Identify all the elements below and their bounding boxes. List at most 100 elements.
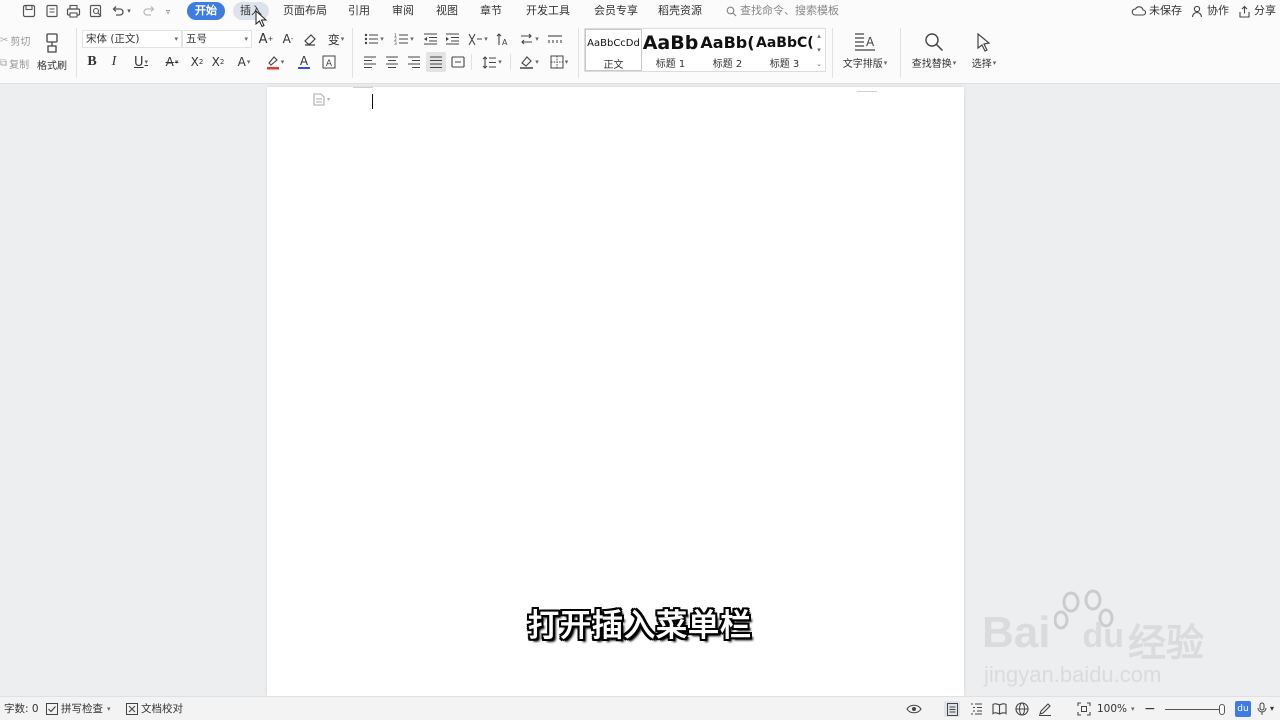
web-view-icon[interactable] xyxy=(1014,701,1030,717)
copy-button[interactable]: ⧉ 复制 xyxy=(0,56,29,71)
collaborate-button[interactable]: 协作 xyxy=(1191,2,1229,20)
tab-member[interactable]: 会员专享 xyxy=(590,2,642,20)
save-icon[interactable] xyxy=(21,3,37,19)
undo-icon[interactable] xyxy=(110,3,126,19)
chevron-down-icon[interactable]: ▾ xyxy=(817,46,821,54)
unsaved-button[interactable]: 未保存 xyxy=(1131,2,1182,20)
line-spacing-icon[interactable]: ▾ xyxy=(478,53,506,71)
borders-icon[interactable]: ▾ xyxy=(546,53,572,71)
superscript-icon[interactable]: X2 xyxy=(188,53,206,71)
decrease-indent-icon[interactable] xyxy=(421,30,439,48)
page-view-icon[interactable] xyxy=(944,701,960,717)
zoom-slider-track[interactable] xyxy=(1165,709,1223,710)
eye-protection-icon[interactable] xyxy=(906,701,922,717)
baidu-watermark: Bai du 经验 jingyan.baidu.com xyxy=(982,588,1222,688)
chevron-down-icon: ▾ xyxy=(992,58,997,67)
command-search[interactable]: 查找命令、搜索模板 xyxy=(726,2,839,20)
write-mode-icon[interactable] xyxy=(1037,701,1053,717)
more-icon[interactable]: ▾ xyxy=(1270,701,1274,717)
tab-home[interactable]: 开始 xyxy=(187,2,225,20)
tab-references[interactable]: 引用 xyxy=(344,2,374,20)
tab-docer-resources[interactable]: 稻壳资源 xyxy=(654,2,706,20)
style-preview: AaBb( xyxy=(700,33,755,52)
show-marks-icon[interactable] xyxy=(546,30,564,48)
print-preview-icon[interactable] xyxy=(88,3,104,19)
style-gallery-scroll[interactable]: ▴ ▾ ⌄ xyxy=(813,29,825,71)
font-name-select[interactable]: 宋体 (正文) ▾ xyxy=(82,30,182,48)
font-size-select[interactable]: 五号 ▾ xyxy=(182,30,252,48)
tab-page-layout[interactable]: 页面布局 xyxy=(280,2,330,20)
clear-format-icon[interactable] xyxy=(302,30,318,48)
baidu-input-icon[interactable]: du xyxy=(1235,701,1251,717)
bold-icon[interactable]: B xyxy=(84,53,100,71)
subscript-icon[interactable]: X2 xyxy=(209,53,227,71)
share-button[interactable]: 分享 xyxy=(1238,2,1276,20)
style-preview: AaBbCcDd xyxy=(587,38,640,49)
paragraph-handle-icon[interactable]: ▾ xyxy=(313,93,330,106)
undo-dropdown-icon[interactable]: ▾ xyxy=(125,3,133,19)
expand-icon[interactable]: ⌄ xyxy=(816,60,822,68)
phonetic-guide-icon[interactable]: 变 ▾ xyxy=(323,30,349,48)
underline-icon[interactable]: U ▾ xyxy=(127,53,155,71)
style-normal[interactable]: AaBbCcDd 正文 xyxy=(585,29,642,71)
fit-page-icon[interactable] xyxy=(1076,701,1092,717)
sort-icon[interactable]: A xyxy=(494,30,512,48)
decrease-font-icon[interactable]: A- xyxy=(280,30,296,48)
character-border-icon[interactable]: A xyxy=(320,53,338,71)
command-search-placeholder: 查找命令、搜索模板 xyxy=(740,4,839,17)
distributed-align-icon[interactable] xyxy=(450,53,466,71)
style-heading-1[interactable]: AaBb 标题 1 xyxy=(642,29,699,71)
style-heading-2[interactable]: AaBb( 标题 2 xyxy=(699,29,756,71)
align-center-icon[interactable] xyxy=(384,53,400,71)
justify-icon[interactable] xyxy=(426,52,446,72)
spell-check-button[interactable]: 拼写检查 ▾ xyxy=(46,701,111,717)
cut-button[interactable]: ✂ 剪切 xyxy=(0,33,30,48)
microphone-icon[interactable] xyxy=(1254,701,1270,717)
font-name-value: 宋体 (正文) xyxy=(86,33,140,45)
italic-icon[interactable]: I xyxy=(106,53,122,71)
customize-quick-access-icon[interactable]: ▿ xyxy=(163,3,173,19)
svg-text:A: A xyxy=(866,35,875,49)
increase-font-icon[interactable]: A + xyxy=(258,30,274,48)
numbered-list-icon[interactable]: 1 2 3 ▾ xyxy=(390,30,418,48)
text-layout-icon: A xyxy=(855,33,875,51)
chevron-up-icon[interactable]: ▴ xyxy=(817,32,821,40)
format-painter-button[interactable]: 格式刷 xyxy=(36,27,68,77)
select-button[interactable]: 选择 ▾ xyxy=(966,28,1002,74)
font-color-icon[interactable]: A xyxy=(291,53,317,71)
highlight-icon[interactable]: ▾ xyxy=(262,53,288,71)
select-label: 选择 xyxy=(971,59,992,70)
outline-view-icon[interactable] xyxy=(968,701,984,717)
chinese-layout-icon[interactable]: ▾ xyxy=(465,30,491,48)
menu-bar: ▾ ▿ 开始 插入 页面布局 引用 审阅 视图 章节 开发工具 会员专享 稻壳资… xyxy=(0,0,1280,22)
strikethrough-icon[interactable]: A ▾ xyxy=(158,53,186,71)
text-effect-icon[interactable]: A ▾ xyxy=(231,53,257,71)
tab-review[interactable]: 审阅 xyxy=(388,2,418,20)
checkbox-checked-icon xyxy=(46,703,58,715)
search-icon xyxy=(726,6,737,16)
align-right-icon[interactable] xyxy=(406,53,422,71)
chevron-down-icon: ▾ xyxy=(244,35,248,43)
zoom-slider-handle[interactable] xyxy=(1219,704,1225,715)
style-heading-3[interactable]: AaBbC( 标题 3 xyxy=(756,29,813,71)
print-icon[interactable] xyxy=(65,3,81,19)
doc-proofread-button[interactable]: 文档校对 xyxy=(126,701,183,717)
chevron-down-icon: ▾ xyxy=(883,58,888,67)
increase-indent-icon[interactable] xyxy=(443,30,461,48)
word-count[interactable]: 字数: 0 xyxy=(4,701,39,717)
tab-developer[interactable]: 开发工具 xyxy=(522,2,574,20)
bullet-list-icon[interactable]: ▾ xyxy=(360,30,388,48)
redo-icon[interactable] xyxy=(141,3,157,19)
tab-chapter[interactable]: 章节 xyxy=(476,2,506,20)
zoom-out-button[interactable]: − xyxy=(1144,701,1156,717)
text-layout-button[interactable]: A 文字排版 ▾ xyxy=(838,28,892,74)
export-pdf-icon[interactable] xyxy=(44,3,60,19)
align-left-icon[interactable] xyxy=(362,53,378,71)
tab-view[interactable]: 视图 xyxy=(432,2,462,20)
shading-icon[interactable]: ▾ xyxy=(516,53,542,71)
zoom-level[interactable]: 100% ▾ xyxy=(1097,701,1135,717)
paragraph-direction-icon[interactable]: ▾ xyxy=(516,30,542,48)
user-icon xyxy=(1191,5,1203,17)
reading-view-icon[interactable] xyxy=(991,701,1007,717)
find-replace-button[interactable]: 查找替换 ▾ xyxy=(906,28,962,74)
